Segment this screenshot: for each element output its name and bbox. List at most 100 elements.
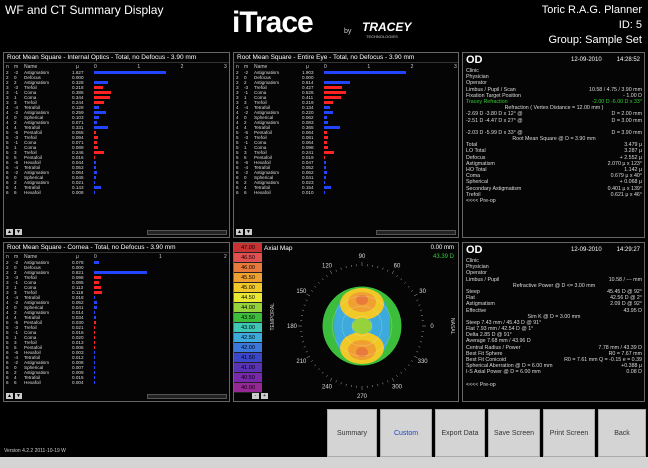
info-label: Best Fit Conicoid [466,357,507,363]
info-label: Total [466,142,478,149]
exam-date: 12-09-2010 [571,247,602,253]
rms-bar [324,121,328,124]
rms-bar [94,286,102,289]
panel-scrollbar[interactable] [376,230,456,235]
tick-mark [302,341,305,343]
next-button[interactable]: ▼ [245,229,252,235]
scale-step: 43.00 [234,323,262,333]
info-label: Flat 7.93 mm / 42.54 D @ 1° [466,326,534,333]
scale-step: 44.50 [234,293,262,303]
export-data-button[interactable]: Export Data [435,409,485,457]
exam-time: 14:28:52 [616,57,640,63]
angle-label: 240 [322,385,333,391]
info-label: Operator [466,270,487,277]
tick-mark [413,355,418,359]
summary-button[interactable]: Summary [327,409,377,457]
info-label: Astigmatism [466,301,495,308]
tick-mark [302,309,305,311]
rms-bar [324,141,327,144]
rms-bar [94,106,100,109]
rms-bar [94,261,100,264]
angle-label: 0 [430,324,434,330]
rms-bar [324,126,340,129]
tick-mark [326,375,328,377]
tick-mark [317,281,320,284]
custom-button[interactable]: Custom [380,409,432,457]
rms-bar [324,146,329,149]
scale-step: 44.00 [234,303,262,313]
rms-bar [94,141,98,144]
tick-mark [413,293,418,297]
scale-step: 40.50 [234,373,262,383]
rms-bar [324,161,326,164]
logo-by: by [344,28,352,35]
back-button[interactable]: Back [598,409,646,457]
rms-bar [94,326,96,329]
info-label: Physician [466,74,489,81]
patient-id: ID: 5 [618,19,642,31]
tick-mark [382,382,384,385]
panel-title: Root Mean Square - Entire Eye - Total, n… [234,53,458,63]
rms-bar [324,111,334,114]
rms-bar [324,186,331,189]
axial-map-plot[interactable]: 0 30 60 90 120 150 180 210 240 270 300 330 [272,251,452,401]
tick-mark [387,380,389,383]
tick-mark [407,285,410,288]
prev-button[interactable]: ▲ [6,229,13,235]
next-button[interactable]: ▼ [15,229,22,235]
itrace-logo: iTrace by TRACEY TECHNOLOGIES [232,6,422,44]
rms-bar [94,306,97,309]
angle-label: 120 [322,263,333,269]
tick-mark [345,383,347,386]
print-screen-button[interactable]: Print Screen [543,409,595,457]
rms-bar [324,176,326,179]
tick-mark [306,355,311,359]
tick-mark [411,360,413,362]
rms-bar [94,136,98,139]
tick-mark [404,281,407,284]
info-label: Central Radius / Power [466,344,521,351]
info-label: Flat [466,295,475,302]
scale-step: 43.50 [234,313,262,323]
tick-mark [329,377,333,382]
row-name: Hexafoil [24,190,41,195]
scale-tick: 0 [94,254,97,260]
save-screen-button[interactable]: Save Screen [488,409,540,457]
rms-bar [94,81,109,84]
angle-label: 300 [392,385,403,391]
panel-scrollbar[interactable] [147,230,227,235]
eye-label: OD [466,54,483,66]
info-label: Fixation Target Position [466,92,521,99]
tick-mark [407,364,410,367]
prev-button[interactable]: ▲ [6,393,13,399]
scale-tick: 1 [367,64,371,70]
rms-bar [94,361,95,364]
prev-button[interactable]: ▲ [236,229,243,235]
info-label: LO Total [466,148,486,155]
rms-bar [94,296,96,299]
tick-mark [317,368,320,371]
exam-time: 14:29:27 [616,247,640,253]
panel-scrollbar[interactable] [147,394,227,399]
next-button[interactable]: ▼ [15,393,22,399]
tick-mark [329,270,333,275]
rms-bar [94,126,109,129]
rms-bar [94,171,97,174]
scale-tick: 3 [224,64,227,70]
tick-mark [314,364,317,367]
tick-mark [306,293,311,297]
info-label: Coma [466,173,481,180]
zoom-out-button[interactable]: - [252,393,259,399]
info-label: Defocus [466,154,486,161]
info-label: Clinic [466,68,479,74]
scale-tick: 2 [180,64,184,70]
axial-map-panel: Axial Map 0.00 mm 43.39 D D - + 03060901… [233,242,459,402]
angle-label: 30 [419,289,426,295]
panel-title: Root Mean Square - Cornea - Total, no De… [4,243,229,253]
od-info-lines: Clinic Physician Operator Limbus / Pupil / … [466,68,642,204]
nasal-label: NASAL [449,318,455,335]
rms-bar [94,91,111,94]
info-label: Best Fit Sphere [466,350,503,357]
zoom-in-button[interactable]: + [261,393,268,399]
tick-mark [321,278,324,281]
